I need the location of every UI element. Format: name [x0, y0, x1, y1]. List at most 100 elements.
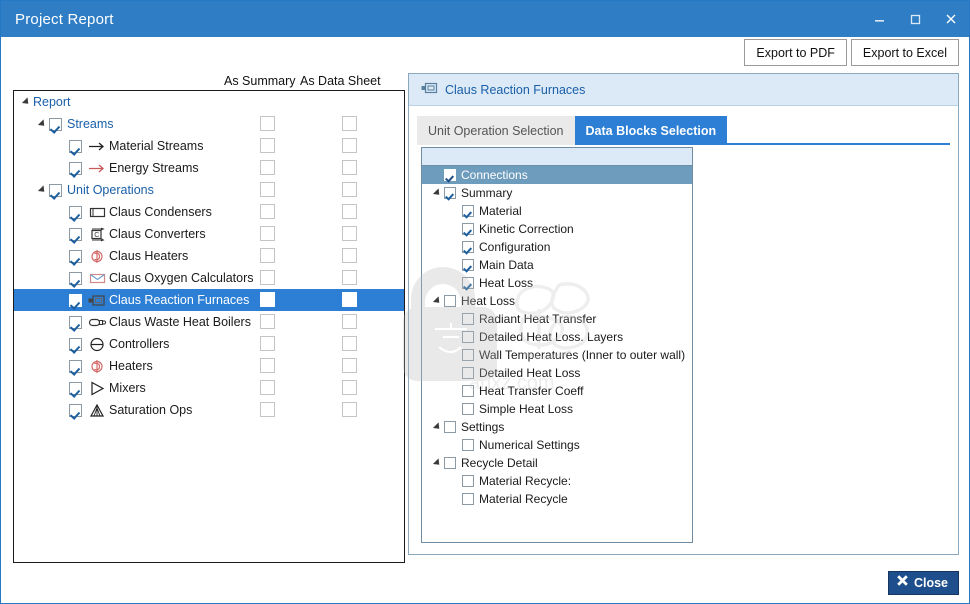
tree-row[interactable]: Claus Heaters [14, 245, 404, 267]
as-summary-checkbox[interactable] [260, 226, 275, 241]
data-block-row[interactable]: Wall Temperatures (Inner to outer wall) [422, 346, 692, 364]
data-block-row[interactable]: Heat Transfer Coeff [422, 382, 692, 400]
data-block-row[interactable]: Radiant Heat Transfer [422, 310, 692, 328]
as-data-sheet-checkbox[interactable] [342, 226, 357, 241]
tree-row[interactable]: Unit Operations [14, 179, 404, 201]
tree-row-checkbox[interactable] [69, 315, 82, 329]
as-data-sheet-checkbox[interactable] [342, 270, 357, 285]
data-block-row[interactable]: Numerical Settings [422, 436, 692, 454]
data-block-checkbox[interactable] [444, 187, 456, 199]
data-block-row[interactable]: Kinetic Correction [422, 220, 692, 238]
data-block-checkbox[interactable] [444, 421, 456, 433]
as-summary-checkbox[interactable] [260, 138, 275, 153]
tree-row[interactable]: Saturation Ops [14, 399, 404, 421]
as-data-sheet-checkbox[interactable] [342, 336, 357, 351]
as-summary-checkbox[interactable] [260, 270, 275, 285]
tree-row[interactable]: Controllers [14, 333, 404, 355]
tree-row-checkbox[interactable] [69, 293, 82, 307]
tree-row-checkbox[interactable] [69, 359, 82, 373]
tree-row-checkbox[interactable] [69, 381, 82, 395]
data-block-row[interactable]: Detailed Heat Loss [422, 364, 692, 382]
as-summary-checkbox[interactable] [260, 160, 275, 175]
tree-row-checkbox[interactable] [69, 139, 82, 153]
as-data-sheet-checkbox[interactable] [342, 358, 357, 373]
tree-row-checkbox[interactable] [49, 183, 62, 197]
data-block-row[interactable]: Material Recycle: [422, 472, 692, 490]
tree-row[interactable]: Material Streams [14, 135, 404, 157]
as-data-sheet-checkbox[interactable] [342, 182, 357, 197]
data-block-checkbox[interactable] [462, 277, 474, 289]
close-button[interactable]: Close [887, 571, 959, 595]
tree-row[interactable]: Heaters [14, 355, 404, 377]
as-data-sheet-checkbox[interactable] [342, 248, 357, 263]
data-block-checkbox[interactable] [444, 457, 456, 469]
data-block-checkbox[interactable] [462, 385, 474, 397]
data-block-checkbox[interactable] [462, 439, 474, 451]
expander-triangle-icon[interactable] [36, 179, 49, 201]
data-block-row[interactable]: Settings [422, 418, 692, 436]
tree-row[interactable]: Claus Oxygen Calculators [14, 267, 404, 289]
tree-row[interactable]: Claus Reaction Furnaces [14, 289, 404, 311]
data-blocks-tree-panel[interactable]: Connections Summary Material Kinetic Correc… [421, 147, 693, 543]
data-block-checkbox[interactable] [462, 313, 474, 325]
as-summary-checkbox[interactable] [260, 182, 275, 197]
expander-triangle-icon[interactable] [36, 113, 49, 135]
as-data-sheet-checkbox[interactable] [342, 138, 357, 153]
data-block-row[interactable]: Simple Heat Loss [422, 400, 692, 418]
tree-row[interactable]: Energy Streams [14, 157, 404, 179]
data-block-row[interactable]: Heat Loss [422, 274, 692, 292]
maximize-button[interactable] [897, 1, 933, 37]
as-summary-checkbox[interactable] [260, 248, 275, 263]
as-data-sheet-checkbox[interactable] [342, 380, 357, 395]
data-block-row[interactable]: Configuration [422, 238, 692, 256]
data-block-checkbox[interactable] [462, 349, 474, 361]
as-data-sheet-checkbox[interactable] [342, 204, 357, 219]
export-to-pdf-button[interactable]: Export to PDF [744, 39, 847, 66]
as-data-sheet-checkbox[interactable] [342, 314, 357, 329]
data-block-checkbox[interactable] [462, 475, 474, 487]
data-block-checkbox[interactable] [462, 241, 474, 253]
expander-triangle-icon[interactable] [430, 418, 444, 436]
data-block-row[interactable]: Material [422, 202, 692, 220]
tree-row-checkbox[interactable] [69, 227, 82, 241]
export-to-excel-button[interactable]: Export to Excel [850, 39, 959, 66]
tree-row-checkbox[interactable] [69, 403, 82, 417]
tree-row[interactable]: C Claus Converters [14, 223, 404, 245]
report-tree-panel[interactable]: Report Streams Material Streams Energy Stre… [13, 90, 405, 563]
data-block-checkbox[interactable] [462, 367, 474, 379]
data-block-row[interactable]: Recycle Detail [422, 454, 692, 472]
tree-row-checkbox[interactable] [69, 271, 82, 285]
as-summary-checkbox[interactable] [260, 314, 275, 329]
tree-row[interactable]: Streams [14, 113, 404, 135]
expander-triangle-icon[interactable] [430, 454, 444, 472]
close-window-button[interactable] [933, 1, 969, 37]
data-block-row[interactable]: Heat Loss [422, 292, 692, 310]
data-block-checkbox[interactable] [444, 169, 456, 181]
tree-row[interactable]: Claus Waste Heat Boilers [14, 311, 404, 333]
as-summary-checkbox[interactable] [260, 358, 275, 373]
tree-row[interactable]: Claus Condensers [14, 201, 404, 223]
tree-row-checkbox[interactable] [69, 249, 82, 263]
tree-row-checkbox[interactable] [69, 161, 82, 175]
expander-triangle-icon[interactable] [430, 184, 444, 202]
data-block-row[interactable]: Main Data [422, 256, 692, 274]
minimize-button[interactable] [861, 1, 897, 37]
as-summary-checkbox[interactable] [260, 402, 275, 417]
tree-row[interactable]: Report [14, 91, 404, 113]
tree-row-checkbox[interactable] [49, 117, 62, 131]
tree-row-checkbox[interactable] [69, 205, 82, 219]
data-block-checkbox[interactable] [462, 259, 474, 271]
data-block-checkbox[interactable] [462, 403, 474, 415]
data-block-checkbox[interactable] [462, 331, 474, 343]
data-block-checkbox[interactable] [462, 493, 474, 505]
as-data-sheet-checkbox[interactable] [342, 402, 357, 417]
as-data-sheet-checkbox[interactable] [342, 160, 357, 175]
tab-unit-operation-selection[interactable]: Unit Operation Selection [417, 116, 575, 145]
data-block-row[interactable]: Summary [422, 184, 692, 202]
as-data-sheet-checkbox[interactable] [342, 292, 357, 307]
as-summary-checkbox[interactable] [260, 336, 275, 351]
data-block-row[interactable]: Material Recycle [422, 490, 692, 508]
data-block-checkbox[interactable] [444, 295, 456, 307]
data-block-row[interactable]: Detailed Heat Loss. Layers [422, 328, 692, 346]
data-block-checkbox[interactable] [462, 223, 474, 235]
